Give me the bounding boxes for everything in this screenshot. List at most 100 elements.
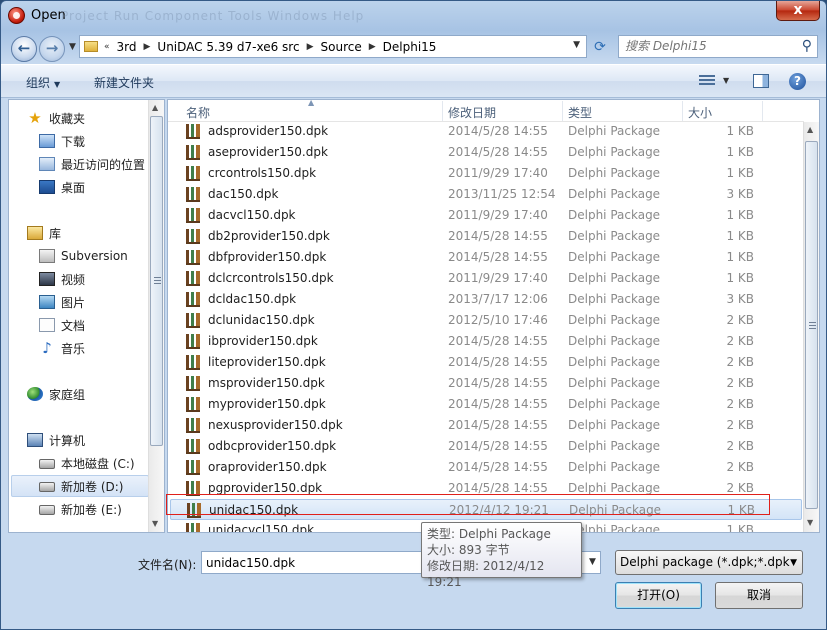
nav-libraries[interactable]: 库: [27, 222, 164, 244]
view-options-icon[interactable]: [699, 75, 715, 89]
breadcrumb-3rd[interactable]: 3rd: [117, 40, 137, 54]
title-bar[interactable]: Open Project Run Component Tools Windows…: [1, 1, 826, 31]
column-date-modified[interactable]: 修改日期: [448, 104, 496, 121]
nav-drive-d[interactable]: 新加卷 (D:): [11, 475, 149, 497]
file-date: 2014/5/28 14:55: [448, 481, 548, 495]
breadcrumb-separator-icon[interactable]: ▶: [307, 42, 314, 52]
file-row[interactable]: dclcrcontrols150.dpk 2011/9/29 17:40 Delph…: [170, 268, 802, 289]
close-button[interactable]: x: [776, 1, 820, 21]
refresh-icon[interactable]: ⟳: [589, 37, 611, 57]
file-type: Delphi Package: [569, 503, 662, 517]
delphi-package-file-icon: [186, 460, 200, 475]
file-size: 1 KB: [727, 503, 755, 517]
scroll-down-icon[interactable]: ▼: [807, 518, 813, 527]
file-type: Delphi Package: [568, 355, 661, 369]
file-row[interactable]: aseprovider150.dpk 2014/5/28 14:55 Delphi …: [170, 142, 802, 163]
nav-scroll-thumb[interactable]: [150, 116, 163, 446]
file-row[interactable]: ibprovider150.dpk 2014/5/28 14:55 Delphi P…: [170, 331, 802, 352]
column-size[interactable]: 大小: [688, 104, 712, 121]
file-row[interactable]: db2provider150.dpk 2014/5/28 14:55 Delphi …: [170, 226, 802, 247]
nav-downloads[interactable]: 下载: [39, 130, 164, 152]
scroll-up-icon[interactable]: ▲: [152, 103, 158, 112]
filename-dropdown-icon[interactable]: ▼: [589, 557, 596, 567]
nav-scrollbar[interactable]: ▲ ▼: [148, 100, 164, 532]
column-type[interactable]: 类型: [568, 104, 592, 121]
file-row[interactable]: dacvcl150.dpk 2011/9/29 17:40 Delphi Packa…: [170, 205, 802, 226]
nav-music[interactable]: ♪ 音乐: [39, 337, 164, 359]
column-header: ▲ 名称 修改日期 类型 大小: [168, 100, 804, 122]
nav-documents[interactable]: 文档: [39, 314, 164, 336]
search-box[interactable]: ⚲: [618, 35, 818, 58]
organize-button[interactable]: 组织 ▼: [26, 74, 60, 91]
nav-favorites[interactable]: ★ 收藏夹: [27, 107, 164, 129]
file-row[interactable]: crcontrols150.dpk 2011/9/29 17:40 Delphi P…: [170, 163, 802, 184]
file-name: myprovider150.dpk: [208, 397, 326, 411]
breadcrumb-unidac[interactable]: UniDAC 5.39 d7-xe6 src: [157, 40, 299, 54]
file-row[interactable]: dclunidac150.dpk 2012/5/10 17:46 Delphi Pa…: [170, 310, 802, 331]
file-row[interactable]: odbcprovider150.dpk 2014/5/28 14:55 Delphi…: [170, 436, 802, 457]
recent-places-icon: [39, 157, 55, 171]
overflow-chevron-icon[interactable]: «: [104, 42, 110, 52]
back-button[interactable]: ←: [11, 36, 37, 62]
breadcrumb-source[interactable]: Source: [321, 40, 362, 54]
nav-computer[interactable]: 计算机: [27, 429, 164, 451]
search-icon[interactable]: ⚲: [802, 38, 812, 54]
view-dropdown-icon[interactable]: ▼: [723, 76, 729, 85]
help-icon[interactable]: ?: [789, 73, 806, 90]
hard-drive-icon: [39, 459, 55, 469]
file-row[interactable]: adsprovider150.dpk 2014/5/28 14:55 Delphi …: [170, 121, 802, 142]
open-button[interactable]: 打开(O): [615, 582, 702, 609]
file-row[interactable]: msprovider150.dpk 2014/5/28 14:55 Delphi P…: [170, 373, 802, 394]
scroll-down-icon[interactable]: ▼: [152, 519, 158, 528]
nav-subversion[interactable]: Subversion: [39, 245, 164, 267]
file-name: pgprovider150.dpk: [208, 481, 323, 495]
scroll-up-icon[interactable]: ▲: [807, 125, 813, 134]
hard-drive-icon: [39, 505, 55, 515]
breadcrumb-separator-icon[interactable]: ▶: [144, 42, 151, 52]
file-date: 2011/9/29 17:40: [448, 271, 548, 285]
breadcrumb-separator-icon[interactable]: ▶: [369, 42, 376, 52]
delphi-package-file-icon: [186, 166, 200, 181]
search-input[interactable]: [625, 39, 785, 53]
file-scroll-thumb[interactable]: [805, 141, 818, 509]
file-type-filter[interactable]: Delphi package (*.dpk;*.dpk ▼: [615, 550, 803, 575]
nav-recent-places[interactable]: 最近访问的位置: [39, 153, 164, 175]
address-bar[interactable]: « 3rd ▶ UniDAC 5.39 d7-xe6 src ▶ Source …: [79, 35, 587, 58]
forward-button[interactable]: →: [39, 36, 65, 62]
address-dropdown-icon[interactable]: ▼: [573, 40, 580, 50]
delphi-package-file-icon: [186, 334, 200, 349]
file-row[interactable]: myprovider150.dpk 2014/5/28 14:55 Delphi P…: [170, 394, 802, 415]
file-row[interactable]: oraprovider150.dpk 2014/5/28 14:55 Delphi …: [170, 457, 802, 478]
file-list-scrollbar[interactable]: ▲ ▼: [803, 122, 819, 532]
delphi-package-file-icon: [186, 292, 200, 307]
nav-videos[interactable]: 视频: [39, 268, 164, 290]
file-list[interactable]: ▲ 名称 修改日期 类型 大小 adsprovider150.dpk 2014/5…: [167, 99, 820, 533]
nav-pictures[interactable]: 图片: [39, 291, 164, 313]
cancel-button[interactable]: 取消: [715, 582, 803, 609]
nav-drive-c[interactable]: 本地磁盘 (C:): [39, 452, 164, 474]
nav-desktop[interactable]: 桌面: [39, 176, 164, 198]
file-row[interactable]: dbfprovider150.dpk 2014/5/28 14:55 Delphi …: [170, 247, 802, 268]
delphi-package-file-icon: [186, 271, 200, 286]
delphi-app-icon: [8, 7, 25, 24]
file-row[interactable]: unidac150.dpk 2012/4/12 19:21 Delphi Packa…: [170, 499, 802, 520]
file-row[interactable]: dac150.dpk 2013/11/25 12:54 Delphi Package…: [170, 184, 802, 205]
nav-drive-e[interactable]: 新加卷 (E:): [39, 498, 164, 520]
nav-homegroup[interactable]: 家庭组: [27, 383, 164, 405]
nav-label: 收藏夹: [49, 111, 86, 126]
delphi-package-file-icon: [186, 208, 200, 223]
new-folder-button[interactable]: 新建文件夹: [94, 74, 154, 91]
tooltip-type: 类型: Delphi Package: [427, 527, 551, 541]
navigation-pane[interactable]: ★ 收藏夹 下载 最近访问的位置 桌面 库 Subversion 视频 图片 文档…: [8, 99, 165, 533]
breadcrumb-delphi15[interactable]: Delphi15: [383, 40, 437, 54]
nav-label: 桌面: [61, 180, 86, 195]
file-date: 2014/5/28 14:55: [448, 145, 548, 159]
file-row[interactable]: nexusprovider150.dpk 2014/5/28 14:55 Delph…: [170, 415, 802, 436]
file-row[interactable]: liteprovider150.dpk 2014/5/28 14:55 Delphi…: [170, 352, 802, 373]
preview-pane-icon[interactable]: [753, 74, 769, 88]
file-name: crcontrols150.dpk: [208, 166, 317, 180]
delphi-package-file-icon: [187, 503, 201, 518]
file-row[interactable]: pgprovider150.dpk 2014/5/28 14:55 Delphi P…: [170, 478, 802, 499]
file-row[interactable]: dcldac150.dpk 2013/7/17 12:06 Delphi Packa…: [170, 289, 802, 310]
column-name[interactable]: 名称: [186, 104, 210, 121]
